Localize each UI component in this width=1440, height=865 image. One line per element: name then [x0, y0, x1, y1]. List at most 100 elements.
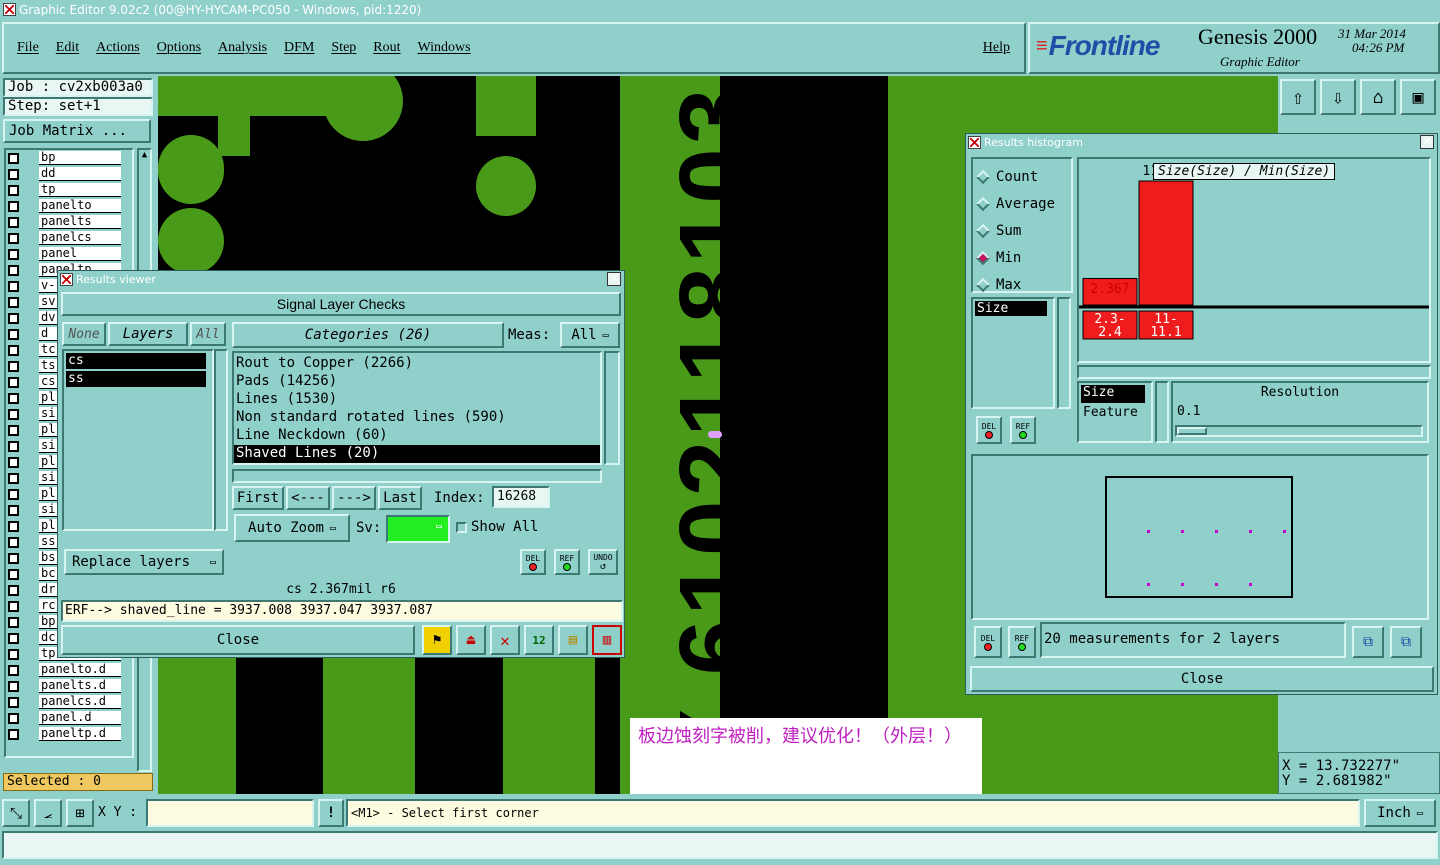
menu-step[interactable]: Step	[331, 40, 356, 56]
layer-checkbox[interactable]	[8, 216, 19, 228]
layer-checkbox[interactable]	[8, 328, 19, 340]
menu-edit[interactable]: Edit	[56, 40, 79, 56]
job-matrix-button[interactable]: Job Matrix ...	[3, 119, 151, 143]
layer-checkbox[interactable]	[8, 312, 19, 324]
category-item[interactable]: Pads (14256)	[234, 373, 600, 391]
rh-del-button[interactable]: DEL	[974, 626, 1002, 658]
field-selected[interactable]: Size	[975, 301, 1047, 316]
rv-layer-scroll[interactable]	[214, 349, 228, 531]
nav-button-first[interactable]: First	[232, 486, 284, 510]
layer-checkbox[interactable]	[8, 632, 19, 644]
layer-checkbox[interactable]	[8, 392, 19, 404]
unit-select[interactable]: Inch ▭	[1364, 799, 1436, 827]
rh-ref-button[interactable]: REF	[1008, 626, 1036, 658]
export-right-icon[interactable]: ⧉	[1390, 626, 1422, 658]
rv-undo-button[interactable]: UNDO ↺	[588, 549, 618, 575]
flag-icon[interactable]: ⚑	[422, 625, 452, 655]
rh-close-icon[interactable]: ✕	[1420, 135, 1434, 149]
layer-checkbox[interactable]	[8, 264, 19, 276]
layer-row[interactable]: panelts.d	[8, 678, 121, 694]
layer-checkbox[interactable]	[8, 488, 19, 500]
show-all-checkbox[interactable]: Show All	[456, 519, 538, 535]
index-input[interactable]: 16268	[492, 486, 550, 508]
layer-checkbox[interactable]	[8, 280, 19, 292]
menu-options[interactable]: Options	[157, 40, 201, 56]
mode-radio[interactable]	[975, 196, 991, 211]
layer-checkbox[interactable]	[8, 344, 19, 356]
layer-checkbox[interactable]	[8, 152, 19, 164]
layer-checkbox[interactable]	[8, 600, 19, 612]
meas-select[interactable]: All ▭	[560, 322, 620, 348]
category-item[interactable]: Rout to Copper (2266)	[234, 355, 600, 373]
upload-icon[interactable]: ⇧	[1280, 79, 1316, 115]
mode-radio[interactable]	[975, 169, 991, 184]
layer-row[interactable]: panel.d	[8, 710, 121, 726]
layer-checkbox[interactable]	[8, 520, 19, 532]
rh-ref-button-top[interactable]: REF	[1010, 416, 1036, 444]
layer-row[interactable]: panelcs.d	[8, 694, 121, 710]
layer-checkbox[interactable]	[8, 360, 19, 372]
category-item[interactable]: Non standard rotated lines (590)	[234, 409, 600, 427]
attr-item[interactable]: Size	[1081, 385, 1145, 403]
info-icon[interactable]: !	[318, 799, 344, 827]
layer-row[interactable]: panel	[8, 246, 121, 262]
field-scroll[interactable]	[1057, 297, 1071, 409]
home-icon[interactable]: ⌂	[1360, 79, 1396, 115]
mode-radio[interactable]	[975, 223, 991, 238]
layer-checkbox[interactable]	[8, 376, 19, 388]
nav-button-prev[interactable]: <---	[286, 486, 330, 510]
mode-max[interactable]: Max	[973, 271, 1071, 298]
replace-layers-button[interactable]: Replace layers ▭	[64, 549, 224, 575]
layer-checkbox[interactable]	[8, 184, 19, 196]
layer-row[interactable]: panelts	[8, 214, 121, 230]
mode-sum[interactable]: Sum	[973, 217, 1071, 244]
layer-checkbox[interactable]	[8, 200, 19, 212]
exit-icon[interactable]: ⏏	[456, 625, 486, 655]
attr-scroll[interactable]	[1155, 381, 1169, 443]
menu-actions[interactable]: Actions	[96, 40, 140, 56]
menu-windows[interactable]: Windows	[418, 40, 471, 56]
rh-close-button[interactable]: Close	[970, 666, 1434, 692]
attr-item[interactable]: Feature	[1081, 405, 1151, 423]
layer-checkbox[interactable]	[8, 680, 19, 692]
layer-checkbox[interactable]	[8, 616, 19, 628]
mode-radio[interactable]	[975, 250, 991, 265]
window-layout-icon[interactable]: ▣	[1400, 79, 1436, 115]
report-icon[interactable]: ▤	[558, 625, 588, 655]
cross-icon[interactable]: ✕	[490, 625, 520, 655]
nav-button-last[interactable]: Last	[378, 486, 422, 510]
auto-zoom-select[interactable]: Auto Zoom ▭	[234, 514, 350, 542]
menu-dfm[interactable]: DFM	[284, 40, 314, 56]
numbered-list-icon[interactable]: 12	[524, 625, 554, 655]
resolution-slider[interactable]	[1175, 425, 1423, 437]
layer-row[interactable]: paneltp.d	[8, 726, 121, 742]
sv-color-select[interactable]: ▭	[386, 515, 450, 543]
layer-row[interactable]: panelto	[8, 198, 121, 214]
layer-checkbox[interactable]	[8, 712, 19, 724]
layer-checkbox[interactable]	[8, 424, 19, 436]
rv-close-button[interactable]: Close	[61, 625, 415, 655]
layer-row[interactable]: bp	[8, 150, 121, 166]
mode-count[interactable]: Count	[973, 163, 1071, 190]
layer-checkbox[interactable]	[8, 472, 19, 484]
layer-checkbox[interactable]	[8, 232, 19, 244]
download-icon[interactable]: ⇩	[1320, 79, 1356, 115]
categories-scroll[interactable]	[604, 351, 620, 465]
layer-checkbox[interactable]	[8, 296, 19, 308]
layer-checkbox[interactable]	[8, 536, 19, 548]
export-left-icon[interactable]: ⧉	[1352, 626, 1384, 658]
mode-radio[interactable]	[975, 277, 991, 292]
mode-min[interactable]: Min	[973, 244, 1071, 271]
rv-ref-button[interactable]: REF	[554, 549, 580, 575]
snap-icon[interactable]: ⦟	[34, 799, 62, 827]
layer-checkbox[interactable]	[8, 552, 19, 564]
none-button[interactable]: None	[62, 322, 106, 346]
nav-button-next[interactable]: --->	[332, 486, 376, 510]
rv-layer-item[interactable]: ss	[66, 371, 206, 387]
menu-analysis[interactable]: Analysis	[218, 40, 267, 56]
layer-checkbox[interactable]	[8, 504, 19, 516]
menu-file[interactable]: File	[17, 40, 39, 56]
histogram-icon[interactable]: ▥	[592, 625, 622, 655]
histogram-hscroll[interactable]	[1077, 365, 1431, 379]
layer-checkbox[interactable]	[8, 408, 19, 420]
